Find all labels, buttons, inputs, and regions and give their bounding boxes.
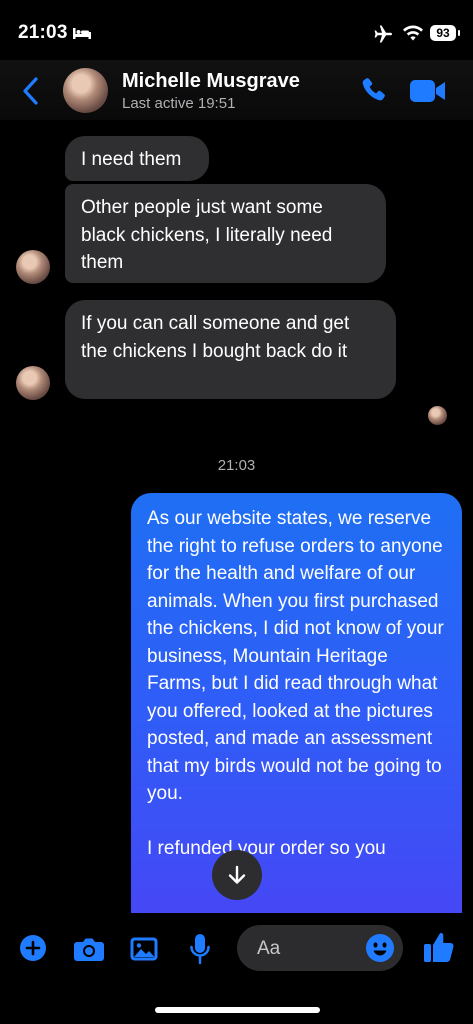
- received-message[interactable]: If you can call someone and get the chic…: [65, 300, 396, 399]
- camera-icon[interactable]: [73, 935, 105, 963]
- status-bar: 21:03 93: [0, 0, 473, 60]
- seen-indicator-avatar: [428, 406, 447, 425]
- wifi-icon: [403, 25, 423, 41]
- emoji-icon[interactable]: [365, 933, 395, 963]
- thumbs-up-icon[interactable]: [423, 930, 455, 964]
- sender-avatar[interactable]: [16, 366, 50, 400]
- conversation-header: Michelle Musgrave Last active 19:51: [0, 60, 473, 120]
- plus-circle-icon[interactable]: [19, 934, 47, 962]
- contact-avatar[interactable]: [63, 68, 108, 113]
- message-timestamp: 21:03: [217, 457, 256, 474]
- composer-bar: Aa: [0, 913, 473, 1024]
- sent-message-paragraph: As our website states, we reserve the ri…: [147, 508, 444, 804]
- sleep-focus-icon: [73, 28, 91, 39]
- sender-avatar[interactable]: [16, 250, 50, 284]
- status-time: 21:03: [18, 22, 68, 43]
- battery-indicator: 93: [430, 25, 460, 41]
- arrow-down-icon: [228, 865, 246, 884]
- contact-name[interactable]: Michelle Musgrave: [122, 70, 300, 93]
- message-input-placeholder: Aa: [257, 938, 281, 959]
- image-icon[interactable]: [129, 935, 159, 963]
- scroll-to-bottom-button[interactable]: [212, 850, 262, 900]
- microphone-icon[interactable]: [189, 933, 211, 965]
- chevron-left-icon[interactable]: [20, 76, 42, 106]
- sent-message-paragraph: I refunded your order so you: [147, 837, 386, 859]
- video-camera-icon[interactable]: [409, 78, 447, 104]
- home-indicator[interactable]: [155, 1007, 320, 1013]
- phone-icon[interactable]: [359, 76, 387, 104]
- received-message[interactable]: I need them: [65, 136, 209, 181]
- received-message[interactable]: Other people just want some black chicke…: [65, 184, 386, 283]
- sent-message[interactable]: As our website states, we reserve the ri…: [131, 493, 462, 923]
- last-active-status: Last active 19:51: [122, 95, 236, 112]
- airplane-icon: [374, 25, 392, 43]
